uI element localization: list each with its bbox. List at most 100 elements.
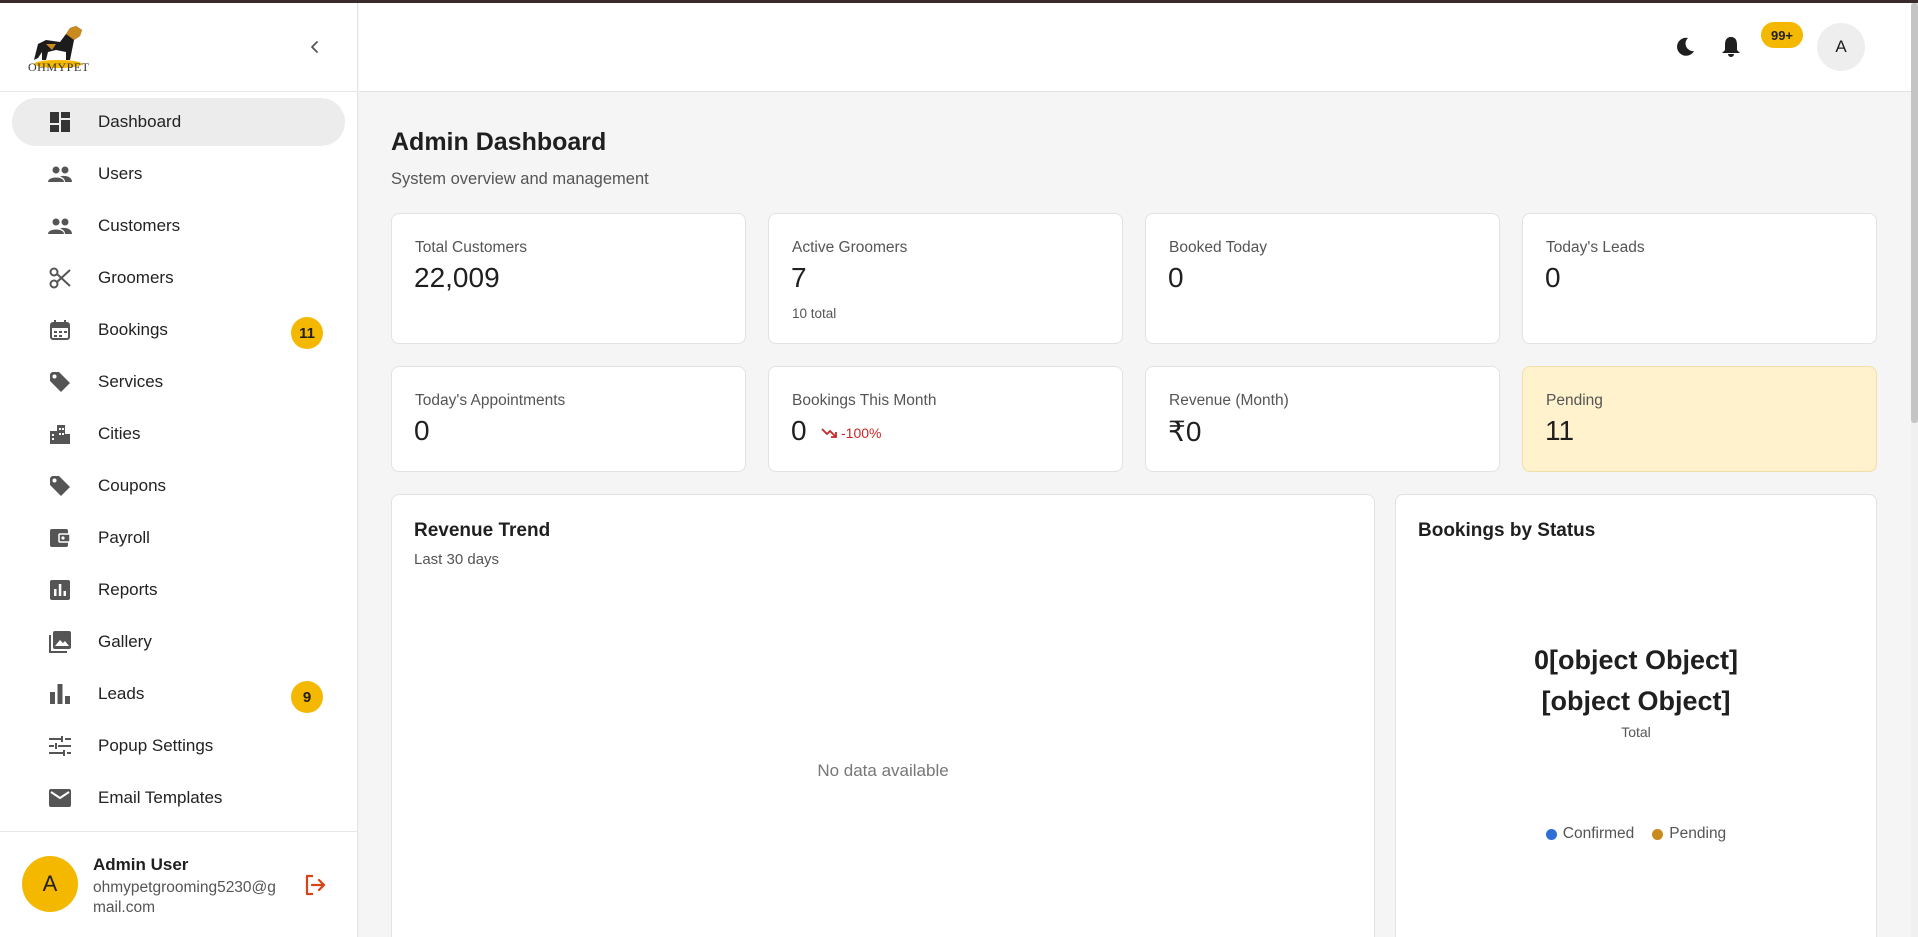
sidebar-item-popup-settings[interactable]: Popup Settings: [12, 722, 345, 770]
notifications-button[interactable]: [1711, 27, 1751, 67]
stat-label: Today's Leads: [1546, 239, 1645, 256]
stat-value: 7: [791, 262, 807, 293]
customers-icon: [48, 214, 72, 238]
sidebar-item-label: Popup Settings: [98, 736, 214, 755]
page-subtitle: System overview and management: [391, 170, 649, 188]
sidebar-nav: Dashboard Users Customers Groomers Booki…: [0, 92, 357, 822]
stat-card-todays-appointments: Today's Appointments 0: [391, 366, 746, 472]
top-header: 99+ A: [359, 3, 1911, 92]
legend-dot: [1652, 828, 1664, 840]
stat-label: Today's Appointments: [415, 392, 566, 409]
sidebar-item-label: Bookings: [98, 320, 168, 339]
trend-value: -100%: [841, 425, 882, 441]
sidebar-item-label: Gallery: [98, 632, 152, 651]
moon-icon: [1677, 37, 1694, 56]
sidebar-item-customers[interactable]: Customers: [12, 202, 345, 250]
sidebar: OHMYPET Dashboard Users Customers Groome…: [0, 0, 358, 937]
stat-card-booked-today: Booked Today 0: [1145, 213, 1500, 344]
stat-value: 0: [1545, 262, 1561, 293]
legend-dot: [1545, 828, 1557, 840]
scissors-icon: [48, 266, 72, 290]
bell-icon: [1722, 37, 1740, 57]
stat-value: 0: [1168, 262, 1184, 293]
stat-label: Revenue (Month): [1169, 392, 1289, 409]
user-email: ohmypetgrooming5230@gmail.com: [93, 879, 276, 916]
bookings-by-status-panel: Bookings by Status 0[object Object][obje…: [1395, 494, 1877, 937]
stat-value: 0: [791, 415, 807, 446]
stat-card-bookings-this-month: Bookings This Month 0 -100%: [768, 366, 1123, 472]
sidebar-item-email-templates[interactable]: Email Templates: [12, 774, 345, 822]
logout-button[interactable]: [302, 872, 328, 898]
gallery-icon: [48, 630, 72, 654]
stat-card-pending[interactable]: Pending 11: [1522, 366, 1877, 472]
legend-label: Pending: [1669, 825, 1727, 842]
stat-card-revenue-month: Revenue (Month) ₹0: [1145, 366, 1500, 472]
users-icon: [48, 162, 72, 186]
stat-label: Booked Today: [1169, 239, 1267, 256]
trending-down-icon: [821, 428, 837, 438]
header-avatar[interactable]: A: [1817, 23, 1865, 71]
sidebar-item-groomers[interactable]: Groomers: [12, 254, 345, 302]
chevron-left-icon: [311, 41, 318, 53]
sidebar-item-dashboard[interactable]: Dashboard: [12, 98, 345, 146]
logout-icon: [305, 874, 326, 896]
stat-value: 0: [414, 415, 430, 446]
sliders-icon: [48, 734, 72, 758]
sidebar-item-users[interactable]: Users: [12, 150, 345, 198]
window-top-border: [0, 0, 1918, 3]
leads-count-badge: 9: [291, 681, 323, 713]
page-title: Admin Dashboard: [391, 128, 607, 156]
theme-toggle-button[interactable]: [1665, 27, 1705, 67]
calendar-icon: [48, 318, 72, 342]
sidebar-item-label: Services: [98, 372, 164, 391]
mail-icon: [48, 786, 72, 810]
sidebar-item-reports[interactable]: Reports: [12, 566, 345, 614]
avatar[interactable]: A: [22, 856, 78, 912]
chart-icon: [48, 578, 72, 602]
user-name: Admin User: [93, 855, 189, 874]
trend-indicator: -100%: [821, 425, 881, 441]
sidebar-item-bookings[interactable]: Bookings 11: [12, 306, 345, 354]
stat-label: Bookings This Month: [792, 392, 937, 409]
bar-chart-icon: [48, 682, 72, 706]
sidebar-item-payroll[interactable]: Payroll: [12, 514, 345, 562]
sidebar-item-cities[interactable]: Cities: [12, 410, 345, 458]
sidebar-item-label: Coupons: [98, 476, 167, 495]
stat-label: Pending: [1546, 392, 1603, 409]
sidebar-item-label: Leads: [98, 684, 145, 703]
city-icon: [48, 422, 72, 446]
sidebar-item-coupons[interactable]: Coupons: [12, 462, 345, 510]
sidebar-item-label: Users: [98, 164, 143, 183]
panel-subtitle: Last 30 days: [414, 551, 500, 568]
stat-label: Total Customers: [415, 239, 527, 256]
sidebar-user-profile: A Admin User ohmypetgrooming5230@gmail.c…: [0, 831, 358, 937]
sidebar-item-leads[interactable]: Leads 9: [12, 670, 345, 718]
sidebar-item-gallery[interactable]: Gallery: [12, 618, 345, 666]
tag-icon: [48, 370, 72, 394]
stat-card-total-customers: Total Customers 22,009: [391, 213, 746, 344]
page-scrollbar-thumb[interactable]: [1911, 3, 1918, 423]
legend-item-confirmed[interactable]: Confirmed: [1545, 825, 1634, 843]
sidebar-item-services[interactable]: Services: [12, 358, 345, 406]
collapse-sidebar-button[interactable]: [302, 34, 328, 60]
empty-state-text: No data available: [817, 761, 949, 780]
notification-count-badge: 99+: [1761, 22, 1803, 48]
logo-text: OHMYPET: [28, 60, 90, 74]
wallet-icon: [48, 526, 72, 550]
sidebar-item-label: Customers: [98, 216, 181, 235]
stat-card-todays-leads: Today's Leads 0: [1522, 213, 1877, 344]
stat-value: 11: [1545, 415, 1575, 446]
sidebar-item-label: Payroll: [98, 528, 150, 547]
sidebar-item-label: Email Templates: [98, 788, 223, 807]
panel-title: Revenue Trend: [414, 520, 551, 541]
bookings-count-badge: 11: [291, 317, 323, 349]
donut-total-value: 0[object Object][object Object]: [1533, 645, 1739, 716]
panel-title: Bookings by Status: [1418, 520, 1596, 541]
sidebar-item-label: Groomers: [98, 268, 174, 287]
tag-icon: [48, 474, 72, 498]
stat-subtext: 10 total: [792, 306, 837, 321]
stat-card-active-groomers: Active Groomers 7 10 total: [768, 213, 1123, 344]
donut-total-caption: Total: [1621, 724, 1651, 740]
legend-item-pending[interactable]: Pending: [1652, 825, 1726, 843]
dashboard-icon: [48, 110, 72, 134]
